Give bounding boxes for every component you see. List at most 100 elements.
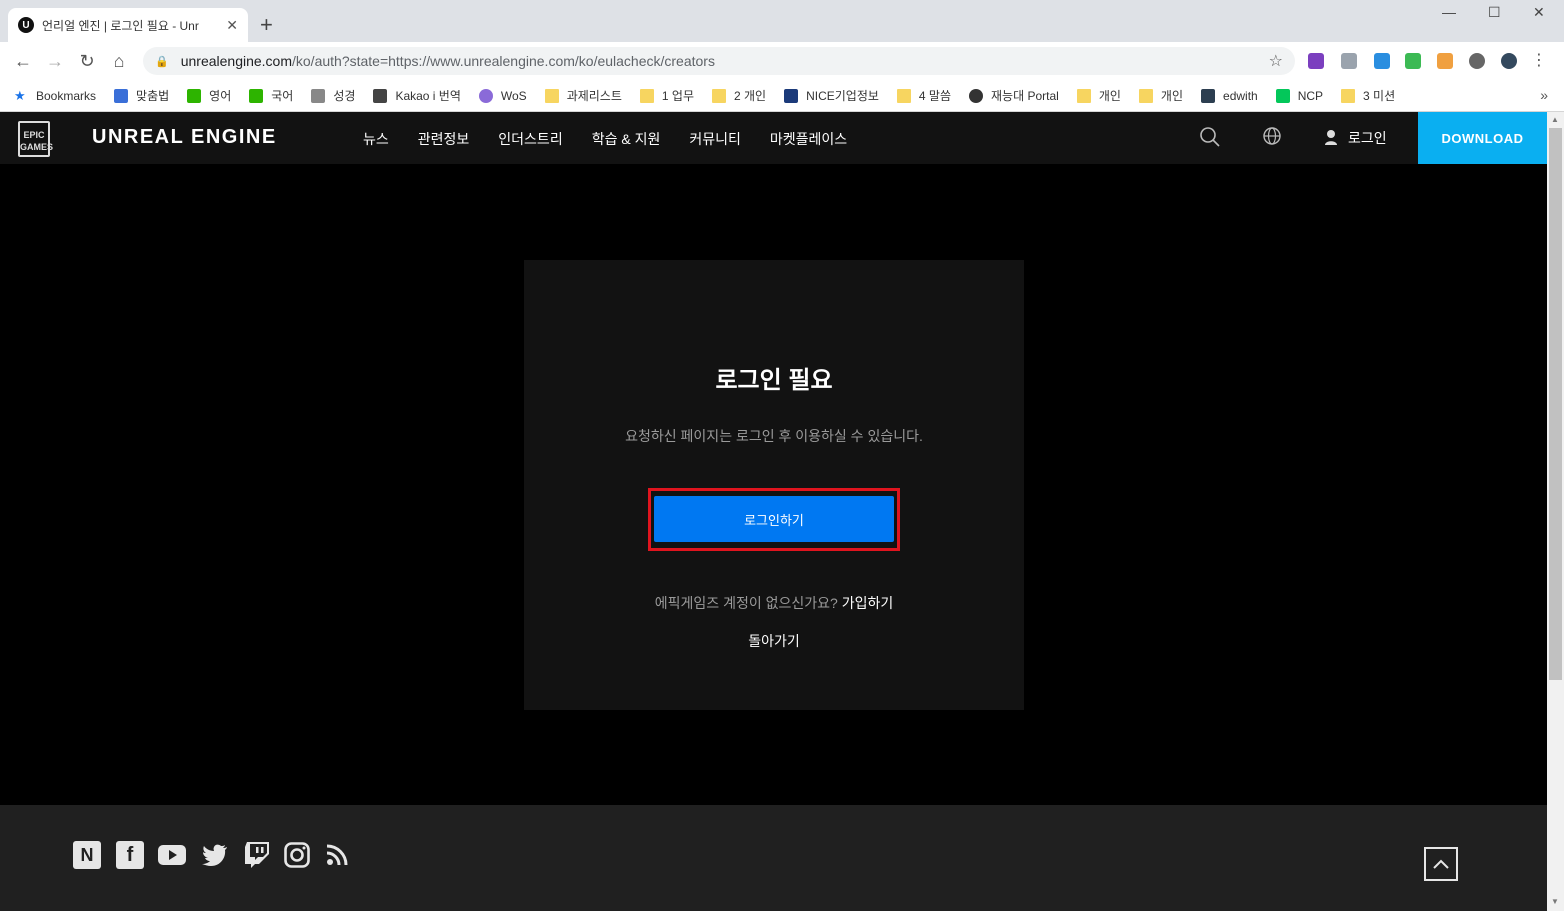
bookmark-label: NCP	[1297, 88, 1324, 103]
bookmark-label: edwith	[1223, 88, 1258, 103]
unreal-engine-brand[interactable]: UNREAL ENGINE	[92, 126, 277, 149]
url-path: /ko/auth?state=https://www.unrealengine.…	[292, 53, 715, 69]
screenshot-extension-icon[interactable]	[1341, 53, 1357, 69]
folder-icon	[1076, 88, 1091, 103]
bookmark-label: 재능대 Portal	[991, 89, 1059, 103]
bookmark-label: 2 개인	[733, 89, 767, 103]
globe-icon	[969, 88, 984, 103]
bookmark-item[interactable]: ★ Bookmarks	[14, 88, 97, 103]
menu-item-marketplace[interactable]: 마켓플레이스	[770, 129, 847, 149]
bookmark-label: 맞춤법	[136, 89, 170, 103]
menu-item-industry[interactable]: 인더스트리	[498, 129, 562, 149]
profile-avatar[interactable]	[1501, 53, 1517, 69]
unreal-favicon-icon: U	[18, 17, 34, 33]
bible-icon	[311, 88, 326, 103]
bookmark-item[interactable]: 개인	[1076, 87, 1121, 104]
bookmark-item[interactable]: 국어	[249, 87, 293, 104]
signup-prompt: 에픽게임즈 계정이 없으신가요? 가입하기	[524, 593, 1024, 613]
page-scrollbar[interactable]: ▲ ▼	[1547, 112, 1564, 911]
new-tab-icon[interactable]: +	[260, 12, 273, 38]
spell-icon	[114, 88, 129, 103]
bookmark-item[interactable]: 1 업무	[639, 87, 694, 104]
menu-item-learning[interactable]: 학습 & 지원	[592, 129, 661, 149]
bookmark-item[interactable]: 개인	[1138, 87, 1184, 104]
menu-item-info[interactable]: 관련정보	[418, 129, 470, 149]
window-close-icon[interactable]: ✕	[1533, 4, 1545, 21]
facebook-icon[interactable]: f	[116, 841, 144, 869]
screen-extension-icon[interactable]	[1405, 53, 1421, 69]
bookmark-label: Kakao i 번역	[395, 89, 461, 103]
folder-icon	[639, 88, 654, 103]
naver-dict-icon	[249, 88, 264, 103]
bookmark-item[interactable]: NCP	[1275, 88, 1324, 103]
naver-icon[interactable]: N	[73, 841, 101, 869]
onenote-extension-icon[interactable]	[1308, 53, 1324, 69]
bookmark-item[interactable]: NICE기업정보	[784, 87, 879, 104]
url-text: unrealengine.com/ko/auth?state=https://w…	[181, 53, 715, 69]
bookmarks-bar: ★ Bookmarks 맞춤법 영어 국어 성경 Kakao i 번역 WoS 과제리스트 1 업…	[0, 80, 1564, 112]
youtube-icon[interactable]	[158, 841, 186, 869]
download-button[interactable]: DOWNLOAD	[1418, 112, 1547, 164]
bookmark-item[interactable]: 영어	[187, 87, 231, 104]
scroll-down-icon[interactable]: ▼	[1551, 897, 1559, 906]
bookmark-item[interactable]: 4 말씀	[896, 87, 951, 104]
scroll-up-icon[interactable]: ▲	[1551, 115, 1559, 124]
bookmark-label: 영어	[209, 89, 232, 103]
go-back-link[interactable]: 돌아가기	[524, 631, 1024, 651]
bookmark-star-icon[interactable]: ☆	[1269, 51, 1283, 71]
back-icon[interactable]: ←	[12, 50, 34, 72]
browser-tab[interactable]: U 언리얼 엔진 | 로그인 필요 - Unr ✕	[8, 8, 248, 42]
reload-icon[interactable]: ↻	[76, 50, 98, 72]
naver-dict-icon	[187, 88, 202, 103]
signup-link[interactable]: 가입하기	[842, 595, 894, 611]
scrollbar-thumb[interactable]	[1549, 128, 1562, 680]
lock-icon[interactable]: 🔒	[155, 55, 169, 68]
site-menu: 뉴스 관련정보 인더스트리 학습 & 지원 커뮤니티 마켓플레이스	[363, 129, 876, 149]
edwith-icon	[1201, 88, 1216, 103]
login-link[interactable]: 로그인	[1324, 128, 1387, 148]
bookmark-item[interactable]: Kakao i 번역	[373, 87, 461, 104]
bookmark-label: 성경	[333, 89, 356, 103]
no-account-text: 에픽게임즈 계정이 없으신가요?	[654, 595, 838, 611]
folder-icon	[711, 88, 726, 103]
tab-close-icon[interactable]: ✕	[226, 17, 238, 34]
bookmark-item[interactable]: 맞춤법	[114, 87, 169, 104]
address-bar[interactable]: 🔒 unrealengine.com/ko/auth?state=https:/…	[143, 47, 1295, 75]
twitter-icon[interactable]	[201, 841, 229, 869]
folder-icon	[896, 88, 911, 103]
bookmark-item[interactable]: 재능대 Portal	[969, 87, 1059, 104]
bookmark-label: 3 미션	[1363, 89, 1396, 103]
maximize-icon[interactable]: ☐	[1488, 4, 1501, 21]
bookmark-item[interactable]: 성경	[311, 87, 355, 104]
site-footer: N f	[0, 805, 1547, 911]
bookmark-label: Bookmarks	[36, 88, 97, 103]
bookmark-item[interactable]: 3 미션	[1341, 87, 1395, 104]
bookmark-item[interactable]: 2 개인	[711, 87, 767, 104]
bookmarks-overflow-icon[interactable]: »	[1540, 87, 1548, 103]
bookmark-item[interactable]: WoS	[478, 88, 527, 103]
search-icon[interactable]	[1199, 126, 1221, 153]
login-button[interactable]: 로그인하기	[654, 496, 894, 542]
extensions-puzzle-icon[interactable]	[1469, 53, 1485, 69]
epic-games-logo[interactable]: EPIC GAMES	[18, 121, 53, 157]
dictionary-extension-icon[interactable]	[1437, 53, 1453, 69]
bookmark-item[interactable]: edwith	[1201, 88, 1258, 103]
forward-icon[interactable]: →	[44, 50, 66, 72]
rss-icon[interactable]	[323, 841, 351, 869]
bookmark-item[interactable]: 과제리스트	[544, 87, 622, 104]
url-host: unrealengine.com	[180, 53, 292, 69]
menu-item-news[interactable]: 뉴스	[363, 129, 389, 149]
instagram-icon[interactable]	[283, 841, 311, 869]
back-to-top-button[interactable]	[1424, 847, 1458, 881]
bookmark-label: 개인	[1160, 89, 1184, 103]
minimize-icon[interactable]: —	[1442, 4, 1456, 20]
browser-toolbar: ← → ↻ ⌂ 🔒 unrealengine.com/ko/auth?state…	[0, 42, 1564, 80]
check-extension-icon[interactable]	[1374, 53, 1390, 69]
home-icon[interactable]: ⌂	[108, 50, 130, 72]
globe-icon[interactable]	[1262, 126, 1282, 151]
login-required-message: 요청하신 페이지는 로그인 후 이용하실 수 있습니다.	[625, 428, 923, 444]
menu-item-community[interactable]: 커뮤니티	[689, 129, 741, 149]
site-header: EPIC GAMES UNREAL ENGINE 뉴스 관련정보 인더스트리 학…	[0, 112, 1547, 164]
twitch-icon[interactable]	[243, 841, 271, 869]
menu-kebab-icon[interactable]: ⋮	[1528, 50, 1550, 72]
